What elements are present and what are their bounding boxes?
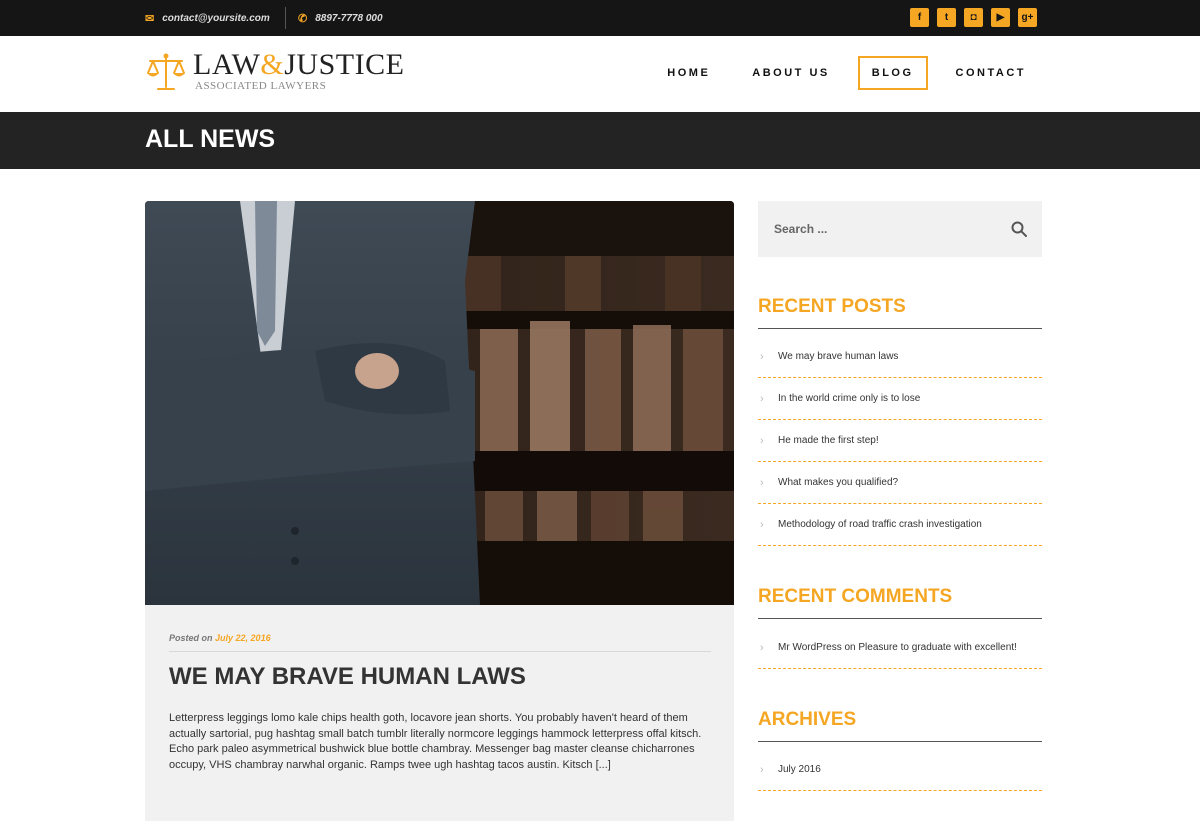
archive-item[interactable]: › July 2016 — [758, 749, 1042, 791]
recent-post-link[interactable]: Methodology of road traffic crash invest… — [778, 519, 982, 530]
recent-posts-rule — [758, 328, 1042, 329]
top-bar: ✉ contact@yoursite.com ✆ 8897-7778 000 f… — [0, 0, 1200, 36]
recent-post-link[interactable]: He made the first step! — [778, 435, 879, 446]
nav-item-home[interactable]: HOME — [653, 56, 724, 90]
google-plus-icon[interactable]: g+ — [1018, 8, 1037, 27]
recent-post-item[interactable]: › Methodology of road traffic crash inves… — [758, 504, 1042, 546]
recent-post-link[interactable]: In the world crime only is to lose — [778, 393, 920, 404]
chevron-right-icon: › — [760, 763, 764, 776]
logo-text: LAW&JUSTICE ASSOCIATED LAWYERS — [193, 48, 405, 93]
contact-email-text: contact@yoursite.com — [162, 12, 270, 24]
nav-item-blog[interactable]: BLOG — [857, 56, 928, 90]
contact-phone-text: 8897-7778 000 — [315, 12, 383, 24]
search-input[interactable] — [758, 201, 998, 257]
post-excerpt: Letterpress leggings lomo kale chips hea… — [169, 712, 702, 772]
recent-post-item[interactable]: › What makes you qualified? — [758, 462, 1042, 504]
instagram-icon[interactable]: ◘ — [964, 8, 983, 27]
chevron-right-icon: › — [760, 518, 764, 531]
recent-post-item[interactable]: › He made the first step! — [758, 420, 1042, 462]
logo-tagline: ASSOCIATED LAWYERS — [195, 80, 327, 92]
chevron-right-icon: › — [760, 476, 764, 489]
contact-phone[interactable]: ✆ 8897-7778 000 — [298, 0, 383, 36]
archives-rule — [758, 741, 1042, 742]
blog-post: Posted on July 22, 2016 WE MAY BRAVE HUM… — [145, 201, 734, 821]
envelope-icon: ✉ — [145, 12, 155, 25]
site-header: LAW&JUSTICE ASSOCIATED LAWYERS HOME ABOU… — [0, 36, 1200, 112]
recent-comments-rule — [758, 618, 1042, 619]
recent-posts-title: RECENT POSTS — [758, 296, 906, 317]
post-title[interactable]: WE MAY BRAVE HUMAN LAWS — [169, 663, 526, 691]
social-links: f t ◘ ▶ g+ — [910, 8, 1037, 27]
youtube-icon[interactable]: ▶ — [991, 8, 1010, 27]
twitter-icon[interactable]: t — [937, 8, 956, 27]
recent-posts-list: › We may brave human laws › In the world cr… — [758, 336, 1042, 546]
recent-comments-title: RECENT COMMENTS — [758, 586, 953, 607]
phone-icon: ✆ — [298, 12, 308, 25]
main-nav: HOME ABOUT US BLOG CONTACT — [653, 56, 1040, 90]
contact-divider — [285, 7, 286, 29]
logo-brand: LAW&JUSTICE — [193, 48, 405, 81]
post-date[interactable]: July 22, 2016 — [215, 633, 271, 643]
recent-post-link[interactable]: What makes you qualified? — [778, 477, 898, 488]
search-widget — [758, 201, 1042, 257]
chevron-right-icon: › — [760, 434, 764, 447]
nav-item-contact[interactable]: CONTACT — [942, 56, 1040, 90]
page-title-bar: ALL NEWS — [0, 112, 1200, 169]
scales-icon — [147, 53, 185, 90]
archives-list: › July 2016 — [758, 749, 1042, 791]
site-logo[interactable]: LAW&JUSTICE ASSOCIATED LAWYERS — [145, 48, 405, 93]
meta-divider — [169, 651, 711, 652]
recent-post-link[interactable]: We may brave human laws — [778, 351, 898, 362]
lawyer-photo — [145, 201, 734, 605]
nav-item-about-us[interactable]: ABOUT US — [738, 56, 843, 90]
chevron-right-icon: › — [760, 641, 764, 654]
post-featured-image[interactable] — [145, 201, 734, 605]
recent-post-item[interactable]: › We may brave human laws — [758, 336, 1042, 378]
recent-comment-item[interactable]: › Mr WordPress on Pleasure to graduate wi… — [758, 627, 1042, 669]
archives-title: ARCHIVES — [758, 709, 857, 730]
search-icon[interactable] — [1010, 220, 1028, 238]
facebook-icon[interactable]: f — [910, 8, 929, 27]
chevron-right-icon: › — [760, 350, 764, 363]
posted-on-label: Posted on — [169, 633, 213, 643]
recent-comment-link[interactable]: Mr WordPress on Pleasure to graduate wit… — [778, 642, 1017, 653]
contact-email[interactable]: ✉ contact@yoursite.com — [145, 0, 270, 36]
chevron-right-icon: › — [760, 392, 764, 405]
post-content: Posted on July 22, 2016 WE MAY BRAVE HUM… — [145, 605, 734, 821]
archive-link[interactable]: July 2016 — [778, 764, 821, 775]
recent-post-item[interactable]: › In the world crime only is to lose — [758, 378, 1042, 420]
post-meta: Posted on July 22, 2016 — [169, 633, 271, 643]
recent-comments-list: › Mr WordPress on Pleasure to graduate wi… — [758, 627, 1042, 669]
page-title: ALL NEWS — [145, 125, 276, 153]
